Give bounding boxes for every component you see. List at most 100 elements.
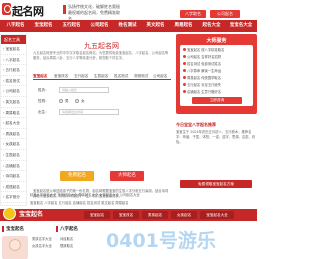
sidebar-item[interactable]: 成语起名 [1,182,26,193]
list-item[interactable]: 楚辞取名 [60,243,73,249]
sidebar-item[interactable]: 生辰起名 [1,150,26,161]
tab-name-test[interactable]: 姓名测试 [114,72,128,80]
list-item[interactable]: 诗经取名 [60,236,73,242]
tab-baby-naming[interactable]: 宝宝起名 [33,72,47,80]
promo-row[interactable]: 八字算命 解读一生命运 [183,68,250,74]
sidebar-item[interactable]: 女孩起名 [1,139,26,150]
promo-card: 宝宝起名 按八字精准取名 公司起名 吉祥好名招财 姓名测试 免费测试姓名 八字算… [180,45,253,106]
birth-row: 出生： 请选择出生时间 [33,108,171,116]
list-item[interactable]: 男孩名字大全 [32,236,52,242]
sidebar-item[interactable]: 八字起名 [1,55,26,66]
tools-sidebar: 起名工具 宝宝起名 八字起名 五行起名 姓名测试 公司起名 英文起名 周易取名 … [0,34,27,206]
tab-birth-naming[interactable]: 生辰起名 [94,72,108,80]
tab-company-naming[interactable]: 公司起名 [153,72,167,80]
bullet-icon [183,69,186,72]
promo-row[interactable]: 公司起名 吉祥好名招财 [183,54,250,60]
nav-item-3[interactable]: 公司起名 [86,20,113,32]
bullet-icon [183,62,186,65]
sidebar-item[interactable]: 店铺起名 [1,161,26,172]
page-title: 九五起名网 [84,42,119,50]
promo-row-text: 店铺起名 生意兴隆好名 [187,90,222,94]
section-title-baby: 宝宝起名 [6,227,24,232]
promo-row-text: 周易起名 传统国学取名 [187,76,222,80]
free-naming-button[interactable]: 免费起名 [60,171,94,181]
promo-title: 大师服务 [206,38,227,44]
band-link[interactable]: 女孩起名 [171,211,197,219]
section-marker [2,226,4,232]
sidebar-item[interactable]: 英文起名 [1,97,26,108]
recommend-title: 今日宝宝八字起名推荐 [176,122,216,127]
surname-input[interactable]: 请输入姓氏 [59,87,109,93]
promo-row-text: 姓名测试 免费测试姓名 [187,62,222,66]
nav-item-1[interactable]: 宝宝起名 [30,20,57,32]
band-link[interactable]: 男孩起名 [142,211,168,219]
nav-item-2[interactable]: 五行起名 [58,20,85,32]
consult-button[interactable]: 立即咨询 [192,97,242,104]
section-marker [56,226,58,232]
band-title: 宝宝起名 [19,211,44,218]
gender-male-radio[interactable] [59,99,63,103]
promo-row[interactable]: 周易起名 传统国学取名 [183,75,250,81]
promo-row-text: 宝宝起名 按八字精准取名 [187,48,225,52]
tab-baby-rename[interactable]: 宝宝改名 [54,72,68,80]
intro-text: 九五起名网是专业的中华汉字取名起名网站，为您提供免费宝宝起名、八字起名、公司起名… [33,51,169,60]
promo-row[interactable]: 宝宝起名 按八字精准取名 [183,47,250,53]
sidebar-item[interactable]: 周易取名 [1,108,26,119]
band-link[interactable]: 宝宝起名 [84,211,110,219]
band-link[interactable]: 宝宝改名 [113,211,139,219]
site-header: 起名网 弘扬传统文化，破解姓名奥秘 最权威的起名网，免费精准取名 八字取名 公司… [0,0,257,21]
promo-row[interactable]: 店铺起名 生意兴隆好名 [183,89,250,95]
bullet-icon [183,48,186,51]
bullet-icon [183,76,186,79]
right-column: 大师服务 宝宝起名 按八字精准取名 公司起名 吉祥好名招财 姓名测试 免费测试姓… [176,34,257,206]
site-logo[interactable]: 起名网 [12,3,44,19]
promo-row[interactable]: 姓名测试 免费测试姓名 [183,61,250,67]
get-plan-button[interactable]: 免费领取宝宝起名方案 [180,180,252,188]
naming-form-panel: 九五起名网 九五起名网是专业的中华汉字取名起名网站，为您提供免费宝宝起名、八字起… [30,34,173,206]
recommend-text: 宝宝生于 2024年农历正月初八，五行缺木，推荐名字：梓涵、子墨、沐阳、一诺、浩… [176,130,256,144]
nav-item-7[interactable]: 起名大全 [198,20,225,32]
logo-icon[interactable] [2,3,11,15]
nav-item-5[interactable]: 英文起名 [142,20,169,32]
master-service-promo: 大师服务 宝宝起名 按八字精准取名 公司起名 吉祥好名招财 姓名测试 免费测试姓… [176,34,257,114]
baby-naming-band: 宝宝起名 宝宝起名 宝宝改名 男孩起名 女孩起名 宝宝起名大全 [0,207,257,221]
slogan-divider [63,5,66,14]
master-naming-button[interactable]: 大师起名 [110,171,144,181]
section-title-bazi: 八字起名 [60,227,78,232]
sidebar-item[interactable]: 公司起名 [1,86,26,97]
quick-links-row-1[interactable]: 精选八字起名大全 宝宝起名大全 男孩起名大全 女孩起名大全 公司起名大全 [30,192,177,199]
tab-wuxing-naming[interactable]: 五行起名 [74,72,88,80]
nav-item-0[interactable]: 八字起名 [2,20,29,32]
baby-image [2,236,28,259]
sidebar-item[interactable]: 诗词起名 [1,171,26,182]
nav-item-4[interactable]: 姓名测试 [114,20,141,32]
bazi-naming-top-button[interactable]: 八字取名 [180,10,206,18]
tab-test[interactable]: 测测测试 [134,72,148,80]
surname-row: 姓氏： 请输入姓氏 [33,86,171,94]
company-naming-top-button[interactable]: 公司起名 [210,10,240,18]
bullet-icon [183,90,186,93]
list-item[interactable]: 女孩名字大全 [32,243,52,249]
sidebar-item[interactable]: 男孩起名 [1,129,26,140]
promo-row[interactable]: 五行起名 补足五行缺失 [183,82,250,88]
nav-item-6[interactable]: 周易起名 [170,20,197,32]
nav-item-8[interactable]: 宝宝名大全 [226,20,256,32]
promo-row-text: 公司起名 吉祥好名招财 [187,55,222,59]
surname-label: 姓氏： [38,88,49,92]
birth-label: 出生： [38,110,49,114]
sidebar-item[interactable]: 名字测分 [1,192,26,203]
sidebar-item[interactable]: 五行起名 [1,65,26,76]
main-nav: 八字起名 宝宝起名 五行起名 公司起名 姓名测试 英文起名 周易起名 起名大全 … [0,20,257,32]
birth-date-input[interactable]: 请选择出生时间 [59,109,119,115]
band-link[interactable]: 宝宝起名大全 [200,211,234,219]
sidebar-item[interactable]: 起名大全 [1,118,26,129]
sidebar-item[interactable]: 姓名测试 [1,76,26,87]
gender-female-radio[interactable] [75,99,79,103]
gender-row: 性别： 男 女 [33,97,171,105]
baby-badge-icon [3,207,16,220]
baby-face-illustration [9,239,21,251]
promo-row-text: 五行起名 补足五行缺失 [187,83,222,87]
watermark: 0401号游乐 [106,230,216,252]
sidebar-item[interactable]: 宝宝起名 [1,44,26,55]
quick-links-row-2[interactable]: 宝宝取名 八字起名 五行起名 店铺起名 姓名测试 英文起名 周易起名 [30,200,177,207]
